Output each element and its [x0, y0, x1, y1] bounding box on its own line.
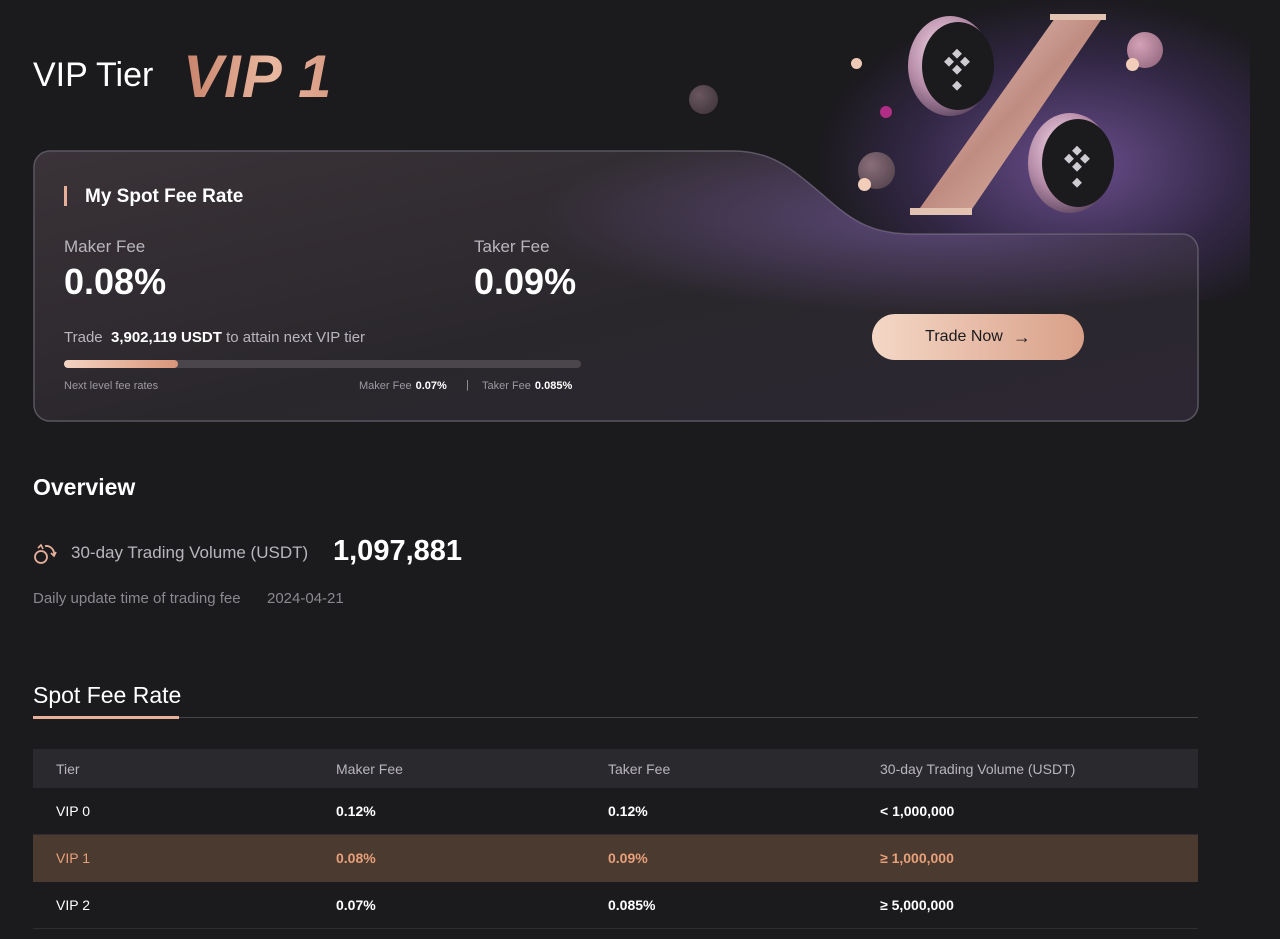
tier-cell: VIP 1	[56, 850, 90, 866]
tier-cell: VIP 0	[56, 803, 90, 819]
next-level-label: Next level fee rates	[64, 380, 159, 392]
tier-progress-fill	[64, 360, 178, 368]
decorative-orb	[1126, 58, 1139, 71]
maker-fee-cell: 0.08%	[336, 850, 376, 866]
maker-fee-cell: 0.07%	[336, 897, 376, 913]
next-maker-fee-label: Maker Fee	[359, 380, 412, 392]
exchange-icon	[34, 543, 57, 564]
next-taker-fee-label: Taker Fee	[482, 380, 531, 392]
next-maker-fee-value: 0.07%	[415, 380, 447, 392]
taker-fee-cell: 0.09%	[608, 850, 648, 866]
taker-fee-label: Taker Fee	[474, 237, 550, 256]
column-header-volume: 30-day Trading Volume (USDT)	[880, 760, 1076, 777]
taker-fee-cell: 0.085%	[608, 897, 656, 913]
card-title: My Spot Fee Rate	[85, 186, 244, 207]
table-row: VIP 2 0.07% 0.085% ≥ 5,000,000	[33, 882, 1198, 929]
maker-fee-value: 0.08%	[64, 261, 167, 302]
taker-fee-value: 0.09%	[474, 261, 577, 302]
tab-spot-fee-rate[interactable]: Spot Fee Rate	[33, 682, 181, 709]
decorative-orb	[689, 85, 718, 114]
next-maker-fee: Maker Fee 0.07%	[359, 380, 447, 392]
next-taker-fee-value: 0.085%	[534, 380, 573, 392]
volume-cell: < 1,000,000	[880, 803, 955, 819]
tier-cell: VIP 2	[56, 897, 90, 913]
column-header-maker-fee: Maker Fee	[336, 760, 403, 777]
page-title: VIP Tier	[33, 56, 154, 94]
active-tab-indicator	[33, 716, 179, 719]
volume-value: 1,097,881	[333, 535, 463, 567]
column-header-taker-fee: Taker Fee	[608, 760, 671, 777]
volume-cell: ≥ 5,000,000	[880, 897, 954, 913]
taker-fee-cell: 0.12%	[608, 803, 648, 819]
decorative-orb	[851, 58, 862, 69]
vip-tier-badge: VIP 1	[183, 43, 333, 110]
trade-suffix: to attain next VIP tier	[226, 329, 366, 346]
maker-fee-label: Maker Fee	[64, 237, 146, 256]
trade-prefix: Trade	[64, 329, 103, 346]
table-row-current-tier: VIP 1 0.08% 0.09% ≥ 1,000,000	[33, 835, 1198, 882]
arrow-right-icon: →	[1012, 327, 1031, 347]
maker-fee-cell: 0.12%	[336, 803, 376, 819]
overview-title: Overview	[33, 474, 136, 500]
volume-label: 30-day Trading Volume (USDT)	[71, 543, 309, 562]
table-row: VIP 0 0.12% 0.12% < 1,000,000	[33, 788, 1198, 835]
fee-separator: |	[466, 379, 469, 391]
volume-cell: ≥ 1,000,000	[880, 850, 954, 866]
trade-amount: 3,902,119 USDT	[110, 329, 222, 346]
trade-now-button[interactable]: Trade Now →	[872, 314, 1084, 360]
card-title-accent	[64, 186, 67, 206]
next-tier-requirement: Trade 3,902,119 USDT to attain next VIP …	[64, 329, 365, 346]
table-header: Tier Maker Fee Taker Fee 30-day Trading …	[33, 749, 1198, 788]
update-time-label: Daily update time of trading fee	[33, 590, 241, 607]
fee-rate-table: Tier Maker Fee Taker Fee 30-day Trading …	[33, 749, 1198, 929]
decorative-orb	[880, 106, 892, 118]
tab-divider	[33, 717, 1198, 718]
update-time-value: 2024-04-21	[267, 590, 344, 607]
trade-now-label: Trade Now	[925, 328, 1003, 345]
next-taker-fee: Taker Fee 0.085%	[482, 380, 572, 392]
column-header-tier: Tier	[56, 760, 80, 777]
